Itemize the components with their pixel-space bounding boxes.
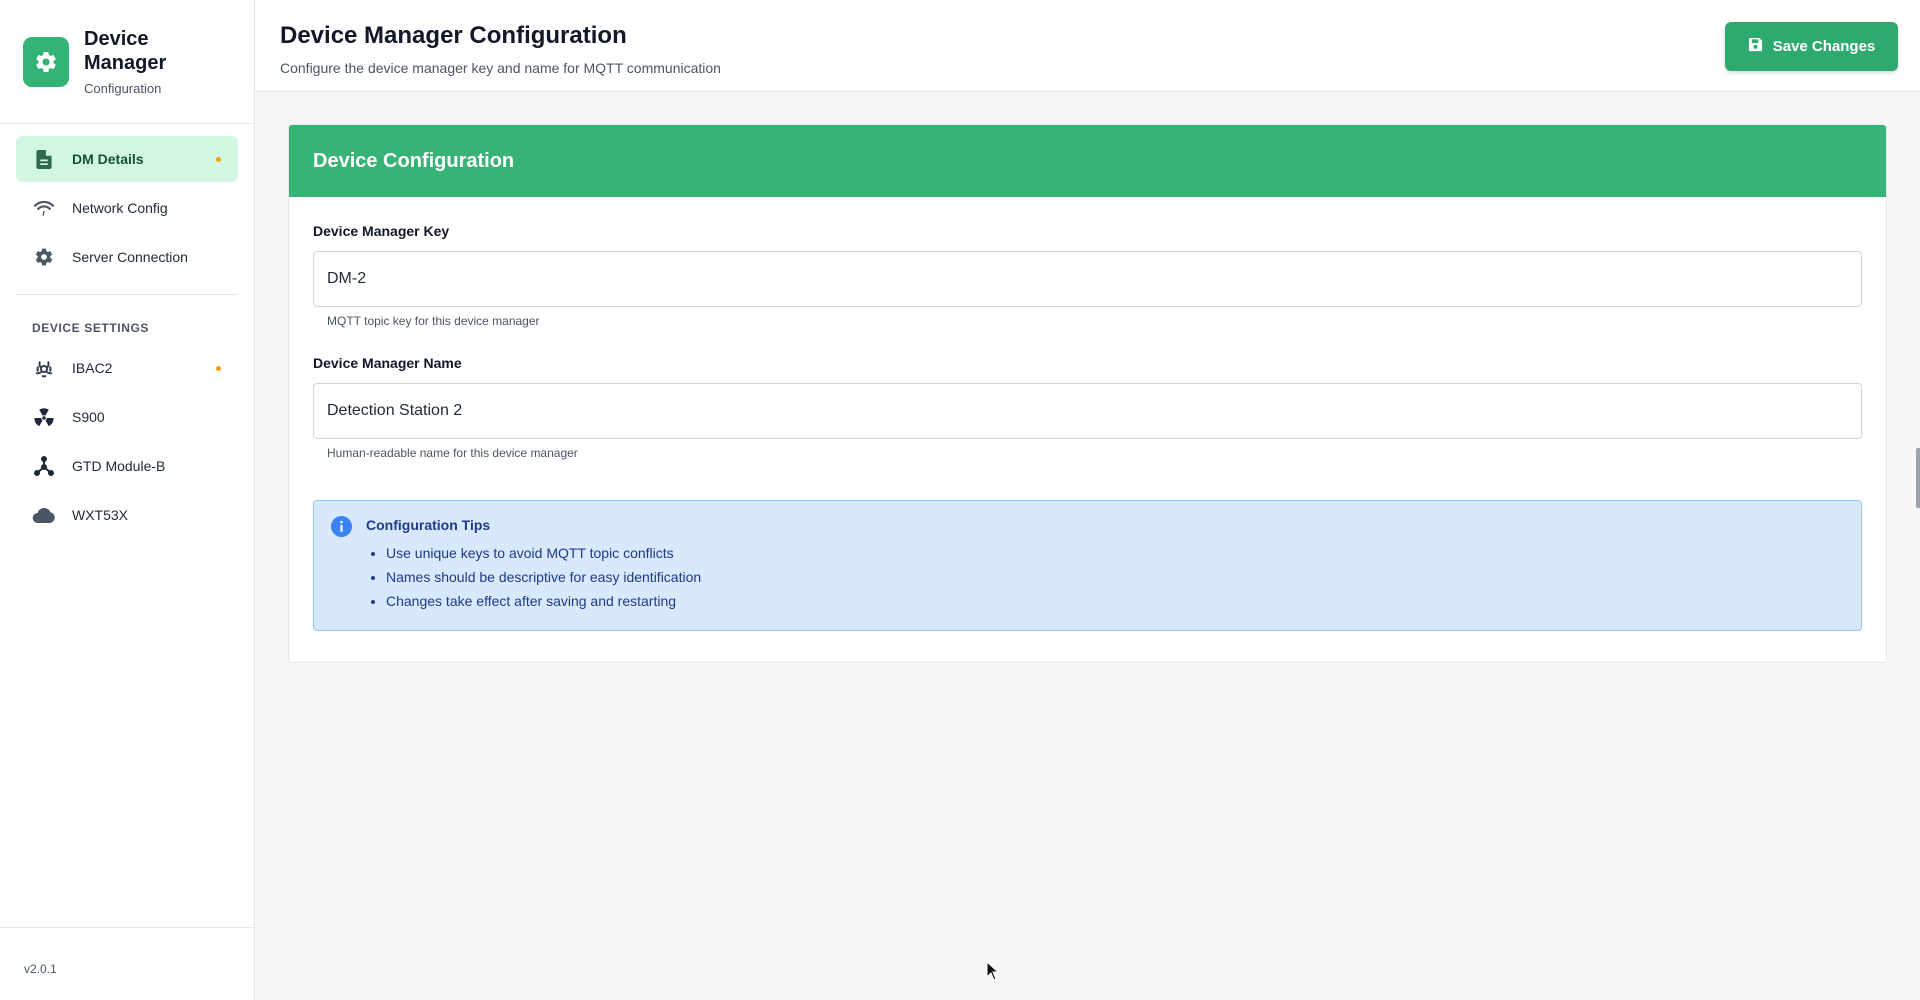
page-subtitle: Configure the device manager key and nam… xyxy=(280,60,721,76)
sidebar-footer: v2.0.1 xyxy=(0,927,254,1000)
device-manager-name-group: Device Manager Name Human-readable name … xyxy=(313,355,1862,460)
tip-item: Names should be descriptive for easy ide… xyxy=(386,565,1861,589)
save-button-label: Save Changes xyxy=(1772,38,1876,55)
floppy-disk-icon xyxy=(1748,37,1763,56)
gear-icon xyxy=(32,245,56,269)
version-label: v2.0.1 xyxy=(24,962,57,976)
sidebar-item-wxt53x[interactable]: WXT53X xyxy=(16,492,238,538)
unsaved-indicator-dot xyxy=(216,366,221,371)
network-nodes-icon xyxy=(32,454,56,478)
sidebar-item-label: GTD Module-B xyxy=(72,458,166,474)
device-configuration-card: Device Configuration Device Manager Key … xyxy=(288,124,1887,663)
mouse-pointer-icon xyxy=(986,960,1000,986)
sidebar-item-s900[interactable]: S900 xyxy=(16,394,238,440)
device-manager-key-input[interactable] xyxy=(313,251,1862,307)
device-manager-name-help: Human-readable name for this device mana… xyxy=(327,446,578,460)
page-header: Device Manager Configuration Configure t… xyxy=(255,0,1920,92)
app-window: Device Manager Configuration DM Details … xyxy=(0,0,1920,1000)
device-manager-name-input[interactable] xyxy=(313,383,1862,439)
brand-header: Device Manager Configuration xyxy=(0,0,254,124)
info-icon xyxy=(331,516,352,537)
card-title: Device Configuration xyxy=(289,125,1886,197)
unsaved-indicator-dot xyxy=(216,157,221,162)
section-label-device-settings: DEVICE SETTINGS xyxy=(32,321,150,335)
radiation-icon xyxy=(32,405,56,429)
main-content: Device Manager Configuration Configure t… xyxy=(255,0,1920,1000)
tip-item: Use unique keys to avoid MQTT topic conf… xyxy=(386,541,1861,565)
scrollbar-handle[interactable] xyxy=(1916,448,1920,508)
wifi-icon xyxy=(32,196,56,220)
gear-icon xyxy=(23,36,69,87)
device-nav: IBAC2 S900 GTD Module-B WXT53X xyxy=(0,345,254,538)
sidebar-item-label: Network Config xyxy=(72,200,168,216)
brand-title: Device Manager xyxy=(84,28,167,74)
sidebar-item-label: WXT53X xyxy=(72,507,129,523)
sidebar-item-label: DM Details xyxy=(72,151,144,167)
sidebar-item-label: Server Connection xyxy=(72,249,188,265)
cloud-icon xyxy=(32,503,56,527)
save-changes-button[interactable]: Save Changes xyxy=(1725,22,1898,71)
biohazard-icon xyxy=(32,356,56,380)
device-manager-key-label: Device Manager Key xyxy=(313,223,450,239)
page-title: Device Manager Configuration xyxy=(280,22,627,49)
device-manager-key-group: Device Manager Key MQTT topic key for th… xyxy=(313,223,1862,328)
sidebar-item-ibac2[interactable]: IBAC2 xyxy=(16,345,238,391)
device-manager-name-label: Device Manager Name xyxy=(313,355,462,371)
tips-list: Use unique keys to avoid MQTT topic conf… xyxy=(366,541,1861,613)
sidebar: Device Manager Configuration DM Details … xyxy=(0,0,255,1000)
sidebar-item-dm-details[interactable]: DM Details xyxy=(16,136,238,182)
sidebar-item-label: IBAC2 xyxy=(72,360,113,376)
sidebar-item-network-config[interactable]: Network Config xyxy=(16,185,238,231)
tip-item: Changes take effect after saving and res… xyxy=(386,589,1861,613)
sidebar-item-label: S900 xyxy=(72,409,105,425)
sidebar-item-server-connection[interactable]: Server Connection xyxy=(16,234,238,280)
device-manager-key-help: MQTT topic key for this device manager xyxy=(327,314,540,328)
sidebar-item-gtd-module-b[interactable]: GTD Module-B xyxy=(16,443,238,489)
tips-title: Configuration Tips xyxy=(366,517,491,533)
brand-subtitle: Configuration xyxy=(84,81,162,96)
configuration-tips-box: Configuration Tips Use unique keys to av… xyxy=(313,500,1862,631)
primary-nav: DM Details Network Config Server Connect… xyxy=(0,124,254,280)
document-icon xyxy=(32,147,56,171)
